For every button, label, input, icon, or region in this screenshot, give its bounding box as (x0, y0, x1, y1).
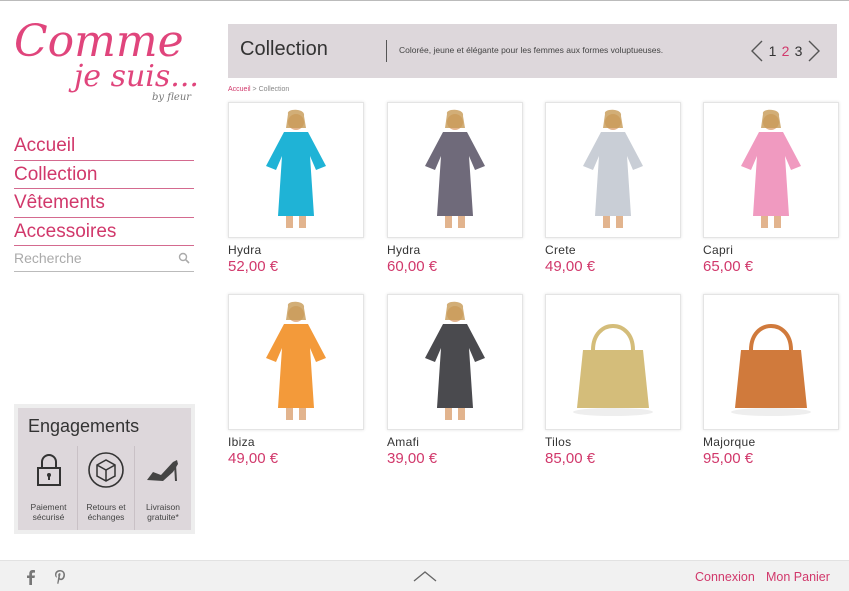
product-card[interactable]: Amafi 39,00 € (387, 294, 523, 467)
top-border (0, 0, 849, 1)
search-input[interactable] (14, 245, 174, 269)
product-price: 65,00 € (703, 258, 754, 275)
product-image[interactable] (387, 102, 523, 238)
cart-link[interactable]: Mon Panier (766, 570, 830, 584)
product-card[interactable]: Capri 65,00 € (703, 102, 839, 275)
product-price: 49,00 € (545, 258, 596, 275)
product-card[interactable]: Hydra 52,00 € (228, 102, 364, 275)
product-card[interactable]: Crete 49,00 € (545, 102, 681, 275)
product-name[interactable]: Ibiza (228, 435, 364, 449)
product-image[interactable] (228, 102, 364, 238)
product-price: 52,00 € (228, 258, 279, 275)
facebook-icon[interactable] (24, 569, 38, 585)
breadcrumb: Accueil > Collection (228, 86, 289, 93)
nav-vetements[interactable]: Vêtements (14, 189, 194, 218)
pagination: 1 2 3 (750, 40, 821, 62)
breadcrumb-current: Collection (258, 86, 290, 93)
header-divider (386, 40, 387, 62)
brand-logo[interactable]: Comme je suis... by fleur (12, 12, 199, 110)
product-card[interactable]: Ibiza 49,00 € (228, 294, 364, 467)
product-image[interactable] (387, 294, 523, 430)
main-nav: Accueil Collection Vêtements Accessoires (14, 132, 194, 246)
product-image[interactable] (228, 294, 364, 430)
search-box (14, 245, 194, 272)
engagement-free-delivery: Livraison gratuite* (134, 446, 191, 530)
product-image[interactable] (545, 294, 681, 430)
product-card[interactable]: Hydra 60,00 € (387, 102, 523, 275)
product-price: 60,00 € (387, 258, 438, 275)
padlock-icon (36, 454, 61, 486)
engagement-secure-payment: Paiement sécurisé (20, 446, 77, 530)
product-name[interactable]: Amafi (387, 435, 523, 449)
product-image[interactable] (545, 102, 681, 238)
prev-page-icon[interactable] (750, 40, 764, 62)
product-card[interactable]: Majorque 95,00 € (703, 294, 839, 467)
box-icon (88, 452, 124, 488)
page-3[interactable]: 3 (794, 43, 803, 59)
footer-bar: Connexion Mon Panier (0, 560, 849, 591)
engagements-title: Engagements (28, 416, 140, 436)
product-card[interactable]: Tilos 85,00 € (545, 294, 681, 467)
scroll-top-icon[interactable] (413, 570, 437, 582)
product-name[interactable]: Majorque (703, 435, 839, 449)
product-price: 95,00 € (703, 450, 754, 467)
page-2[interactable]: 2 (781, 43, 790, 59)
product-name[interactable]: Hydra (228, 243, 364, 257)
page-title: Collection (240, 38, 328, 60)
page-1[interactable]: 1 (768, 43, 777, 59)
engagement-returns: Retours et échanges (77, 446, 134, 530)
search-icon[interactable] (178, 252, 190, 264)
svg-text:by fleur: by fleur (152, 92, 192, 103)
breadcrumb-home[interactable]: Accueil (228, 86, 251, 93)
login-link[interactable]: Connexion (695, 570, 755, 584)
page-header-banner: Collection Colorée, jeune et élégante po… (228, 24, 837, 78)
shoe-icon (147, 460, 178, 482)
product-image[interactable] (703, 294, 839, 430)
nav-accessoires[interactable]: Accessoires (14, 218, 194, 246)
pinterest-icon[interactable] (53, 569, 67, 585)
breadcrumb-separator: > (252, 86, 257, 93)
engagements-panel: Engagements Paiement sécurisé Retours et é… (14, 404, 195, 534)
product-name[interactable]: Hydra (387, 243, 523, 257)
svg-text:je suis...: je suis... (68, 59, 198, 94)
nav-accueil[interactable]: Accueil (14, 132, 194, 161)
product-name[interactable]: Tilos (545, 435, 681, 449)
product-name[interactable]: Capri (703, 243, 839, 257)
product-name[interactable]: Crete (545, 243, 681, 257)
product-image[interactable] (703, 102, 839, 238)
product-price: 49,00 € (228, 450, 279, 467)
next-page-icon[interactable] (807, 40, 821, 62)
nav-collection[interactable]: Collection (14, 161, 194, 189)
page-tagline: Colorée, jeune et élégante pour les femm… (399, 45, 664, 55)
product-price: 39,00 € (387, 450, 438, 467)
product-price: 85,00 € (545, 450, 596, 467)
